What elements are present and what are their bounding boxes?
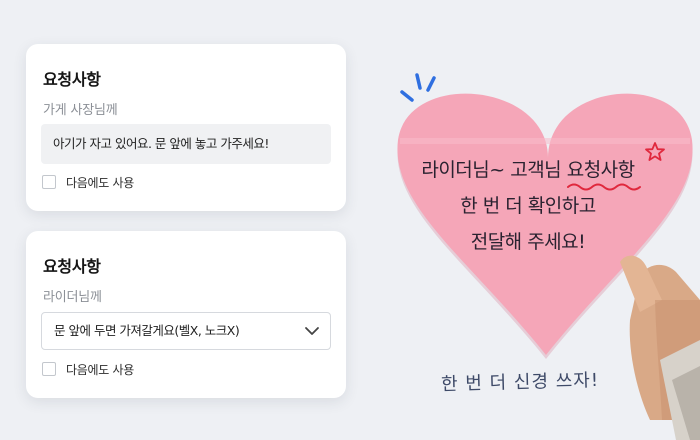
heart-note-line-1: 라이더님~ 고객님 요청사항 [400, 152, 656, 188]
rider-reuse-checkbox[interactable] [42, 362, 56, 376]
store-request-title: 요청사항 [43, 70, 101, 89]
store-reuse-checkbox[interactable] [42, 175, 56, 189]
store-request-subtitle: 가게 사장님께 [43, 103, 118, 118]
rider-request-card: 요청사항 라이더님께 문 앞에 두면 가져갈게요(벨X, 노크X) 다음에도 사… [26, 231, 346, 398]
heart-note-line-2: 한 번 더 확인하고 [460, 195, 596, 217]
rider-request-title: 요청사항 [43, 257, 101, 276]
sparkle-icon [400, 73, 436, 102]
heart-note-line-3: 전달해 주세요! [470, 231, 586, 253]
store-request-message[interactable]: 아기가 자고 있어요. 문 앞에 놓고 가주세요! [41, 124, 331, 164]
store-request-card: 요청사항 가게 사장님께 아기가 자고 있어요. 문 앞에 놓고 가주세요! 다… [26, 44, 346, 211]
rider-reuse-label: 다음에도 사용 [66, 362, 134, 377]
pointing-hand [620, 255, 700, 440]
store-reuse-row[interactable]: 다음에도 사용 [42, 174, 134, 190]
rider-request-selected-option: 문 앞에 두면 가져갈게요(벨X, 노크X) [54, 323, 240, 338]
heart-note-highlight: 요청사항 [566, 159, 635, 181]
heart-note-text: 라이더님~ 고객님 요청사항 한 번 더 확인하고 전달해 주세요! [400, 152, 656, 260]
store-reuse-label: 다음에도 사용 [66, 175, 134, 190]
heart-highlight [400, 138, 690, 144]
heart-note-line-1-prefix: 라이더님~ 고객님 [421, 159, 567, 181]
rider-request-subtitle: 라이더님께 [43, 290, 102, 305]
tagline: 한 번 더 신경 쓰자! [440, 369, 600, 396]
rider-reuse-row[interactable]: 다음에도 사용 [42, 361, 134, 377]
rider-request-select[interactable]: 문 앞에 두면 가져갈게요(벨X, 노크X) [41, 312, 331, 350]
chevron-down-icon [305, 327, 319, 335]
